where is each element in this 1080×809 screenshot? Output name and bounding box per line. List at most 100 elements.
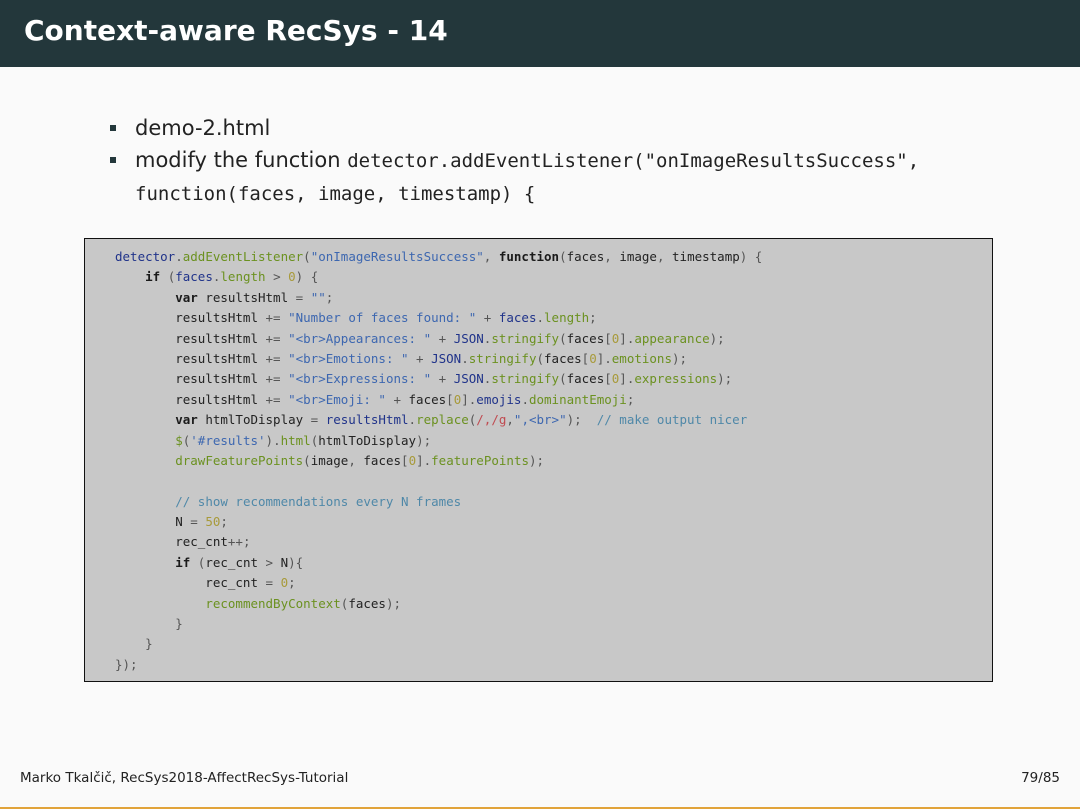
code-token: if (175, 554, 191, 570)
code-block: detector. addEventListener ( "onImageResult… (84, 238, 993, 682)
code-token: 50 (205, 514, 221, 530)
code-token: ]. (619, 371, 635, 387)
code-token: . (408, 412, 417, 428)
code-token: expressions (634, 371, 718, 387)
bullet-item: modify the function detector.addEventLis… (108, 144, 1008, 210)
code-token: ++; (227, 534, 251, 550)
code-token: var (175, 289, 198, 305)
code-token: , (656, 249, 673, 264)
code-token: ( (303, 452, 311, 468)
code-token: stringify (491, 371, 560, 387)
code-token: emotions (611, 350, 672, 366)
code-token: // show recommendations every N frames (175, 493, 462, 509)
code-token: emojis (476, 391, 522, 407)
code-token: += (258, 310, 289, 326)
code-token: faces (348, 595, 386, 611)
code-token: faces (544, 350, 582, 366)
code-token: = (303, 412, 326, 428)
code-token: . (461, 350, 469, 366)
code-token: , (348, 452, 364, 468)
bullet-text: modify the function (135, 148, 348, 172)
code-token: += (258, 391, 289, 407)
code-line: resultsHtml += "<br>Emotions: " + JSON.s… (115, 349, 762, 369)
code-token: resultsHtml (115, 371, 258, 387)
code-token: ]. (461, 391, 477, 407)
code-token: ); (672, 350, 688, 366)
page-number: 79/85 (1021, 770, 1060, 786)
code-token: "onImageResultsSuccess" (310, 249, 484, 264)
code-token: faces (566, 371, 605, 387)
code-line: drawFeaturePoints(image, faces[0].featur… (115, 451, 762, 471)
code-token: ; (288, 575, 296, 591)
code-line: resultsHtml += "<br>Expressions: " + JSO… (115, 369, 762, 389)
code-token: if (145, 269, 161, 285)
code-token: JSON (431, 350, 462, 366)
code-line: resultsHtml += "<br>Appearances: " + JSO… (115, 329, 762, 349)
code-token: ]. (416, 452, 432, 468)
code-token: ); (566, 412, 597, 428)
code-token: "" (310, 289, 326, 305)
code-token: ]. (619, 330, 635, 346)
code-token: stringify (491, 330, 560, 346)
code-token: ). (265, 432, 281, 448)
code-token: ",<br>" (513, 412, 567, 428)
code-token: ; (626, 391, 635, 407)
code-token: dominantEmoji (528, 391, 627, 407)
code-token: ( (559, 249, 567, 264)
code-token: ){ (288, 554, 304, 570)
bullet-list: demo-2.html modify the function detector… (108, 112, 1008, 210)
code-token: resultsHtml (115, 391, 258, 407)
bullet-marker-icon (110, 125, 116, 131)
code-token: += (258, 350, 289, 366)
code-token: faces (498, 310, 537, 326)
code-token: replace (416, 412, 469, 428)
slide-header: Context-aware RecSys - 14 (0, 0, 1080, 67)
code-line: resultsHtml += "<br>Emoji: " + faces[0].… (115, 390, 762, 410)
code-token: + (431, 371, 454, 387)
code-token: '#results' (190, 432, 266, 448)
code-token: faces (566, 249, 605, 264)
code-token: htmlToDisplay (318, 432, 417, 448)
code-token: appearance (634, 330, 710, 346)
bullet-text: demo-2.html (135, 116, 271, 140)
code-token: N (280, 554, 289, 570)
code-line: if (rec_cnt > N){ (115, 553, 762, 573)
code-token: var (175, 412, 198, 428)
code-token: resultsHtml (325, 412, 409, 428)
code-token: > (265, 269, 289, 285)
code-token: "Number of faces found: " (288, 310, 477, 326)
code-token: ) { (295, 269, 319, 285)
code-token: resultsHtml (115, 310, 258, 326)
code-token: ( (536, 350, 545, 366)
code-token: addEventListener (182, 249, 304, 264)
code-token: ); (709, 330, 725, 346)
code-token: faces (408, 391, 447, 407)
code-token: recommendByContext (205, 595, 341, 611)
code-token: ( (559, 330, 567, 346)
code-token: stringify (468, 350, 537, 366)
code-listing: detector. addEventListener ( "onImageResult… (115, 247, 762, 675)
code-token: ); (416, 432, 432, 448)
code-token: detector (115, 249, 176, 264)
code-line: $('#results').html(htmlToDisplay); (115, 431, 762, 451)
code-line: } (115, 614, 762, 634)
code-line: rec_cnt++; (115, 532, 762, 552)
code-token: [ (446, 391, 454, 407)
code-token: , (604, 249, 620, 264)
code-line: }); (115, 655, 762, 675)
code-token: JSON (453, 371, 484, 387)
code-token: ]. (596, 350, 612, 366)
code-token: . (536, 310, 545, 326)
code-token: [ (604, 330, 612, 346)
code-token: 0 (288, 269, 296, 285)
code-token: N (115, 514, 183, 530)
code-token: } (145, 636, 153, 652)
code-token: function (498, 249, 560, 264)
code-token: drawFeaturePoints (175, 452, 304, 468)
code-token: faces (175, 269, 213, 285)
code-token: resultsHtml (115, 330, 258, 346)
